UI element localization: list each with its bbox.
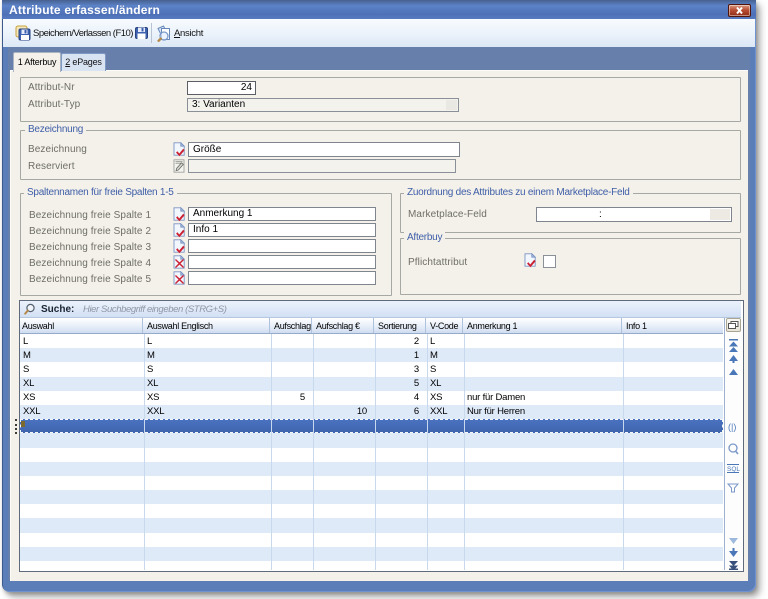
svg-text:(|): (|) (728, 422, 736, 432)
svg-text:SQL: SQL (727, 466, 740, 473)
